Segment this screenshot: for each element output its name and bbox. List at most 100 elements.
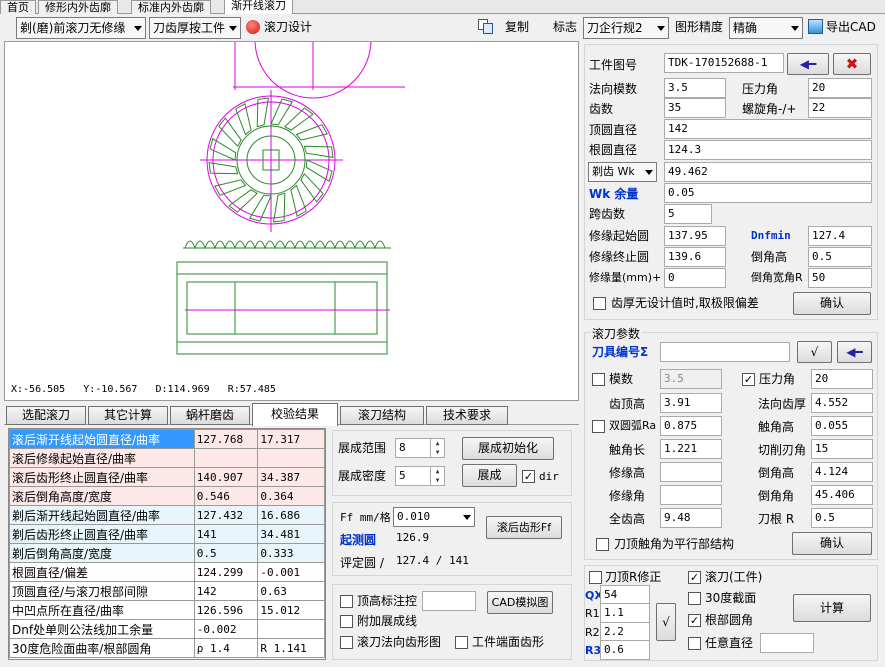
post-hob-profile-button[interactable]: 滚后齿形Ff (486, 516, 562, 539)
tip-height-field[interactable]: 3.91 (660, 393, 722, 413)
tab-other-calc[interactable]: 其它计算 (88, 406, 168, 425)
tab-home[interactable]: 首页 (0, 0, 36, 14)
tip-diameter-field[interactable]: 142 (664, 119, 872, 139)
top-mark-input[interactable] (422, 591, 476, 611)
table-row[interactable]: 30度危险面曲率/根部圆角 ρ 1.4 R 1.141 (9, 638, 325, 658)
pressure-angle-field[interactable]: 20 (808, 78, 872, 98)
touch-length-field[interactable]: 1.221 (660, 439, 722, 459)
drawing-canvas[interactable]: X:-56.505 Y:-10.567 D:114.969 R:57.485 (4, 41, 579, 401)
root-round-checkbox[interactable]: ✓ (688, 614, 701, 627)
calculate-button[interactable]: 计算 (793, 594, 871, 622)
table-row[interactable]: 剃后倒角高度/宽度 0.5 0.333 (9, 543, 325, 563)
start-circle-field[interactable]: 126.9 (393, 529, 475, 549)
init-generation-button[interactable]: 展成初始化 (462, 437, 554, 460)
r3-field[interactable]: 0.6 (600, 640, 650, 660)
tab-worm-grinding[interactable]: 蜗杆磨齿 (170, 406, 250, 425)
mark-select[interactable]: 刀企行规2 (583, 17, 669, 39)
table-row[interactable]: 剃后齿形终止圆直径/曲率 141 34.481 (9, 524, 325, 544)
copy-button[interactable]: 复制 (505, 19, 529, 35)
any-diameter-checkbox[interactable] (688, 637, 701, 650)
generate-button[interactable]: 展成 (462, 464, 517, 487)
table-row[interactable]: 滚后齿形终止圆直径/曲率 140.907 34.387 (9, 467, 325, 487)
tab-standard-profile[interactable]: 标准内外齿廓 (131, 0, 211, 14)
tab-select-hob[interactable]: 选配滚刀 (6, 406, 86, 425)
hob-normal-checkbox[interactable] (340, 636, 353, 649)
edge-angle-field[interactable] (660, 485, 722, 505)
table-row[interactable]: 滚后渐开线起始圆直径/曲率 127.768 17.317 (9, 429, 325, 449)
normal-thickness-field[interactable]: 4.552 (811, 393, 873, 413)
dir-checkbox[interactable]: ✓ (522, 470, 535, 483)
add-line-checkbox[interactable] (340, 615, 353, 628)
r2-field[interactable]: 2.2 (600, 622, 650, 642)
tab-involute-hob[interactable]: 渐开线滚刀 (224, 0, 293, 14)
hob-back-button[interactable]: ◀━ (837, 341, 872, 363)
touch-height-field[interactable]: 0.055 (811, 416, 873, 436)
wk-field[interactable]: 49.462 (664, 162, 872, 182)
double-arc-checkbox[interactable] (592, 420, 605, 433)
hob-pa-checkbox[interactable]: ✓ (742, 373, 755, 386)
hob-chamfer-angle-field[interactable]: 45.406 (811, 485, 873, 505)
edge-height-field[interactable] (660, 462, 722, 482)
hob-confirm-button[interactable]: 确认 (792, 532, 872, 555)
precision-select[interactable]: 精确 (729, 17, 803, 39)
qx-field[interactable]: 54 (600, 585, 650, 605)
thickness-select[interactable]: 刀齿厚按工件 (149, 17, 241, 39)
full-depth-field[interactable]: 9.48 (660, 508, 722, 528)
hob-pa-field[interactable]: 20 (811, 369, 873, 389)
drawing-no-field[interactable]: TDK-170152688-1 (664, 53, 784, 73)
module-field[interactable]: 3.5 (664, 78, 726, 98)
hob-work-checkbox[interactable]: ✓ (688, 571, 701, 584)
mod-start-field[interactable]: 137.95 (664, 226, 726, 246)
chamfer-height-field[interactable]: 0.5 (808, 247, 872, 267)
parallel-structure-checkbox[interactable] (596, 538, 609, 551)
hob-chamfer-height-field[interactable]: 4.124 (811, 462, 873, 482)
table-row[interactable]: 根圆直径/偏差 124.299 -0.001 (9, 562, 325, 582)
tab-modified-profile[interactable]: 修形内外齿廓 (38, 0, 118, 14)
mode-select[interactable]: 剃(磨)前滚刀无修缘 (16, 17, 146, 39)
export-cad-button[interactable]: 导出CAD (826, 19, 876, 35)
cad-simulation-button[interactable]: CAD模拟图 (487, 591, 553, 614)
tip-r-checkbox[interactable] (589, 571, 602, 584)
hob-design-button[interactable]: 滚刀设计 (264, 19, 312, 35)
back-arrow-button[interactable]: ◀━ (787, 53, 829, 75)
tab-tech-requirements[interactable]: 技术要求 (426, 406, 508, 425)
helix-angle-field[interactable]: 22 (808, 98, 872, 118)
top-mark-checkbox[interactable] (340, 595, 353, 608)
teeth-field[interactable]: 35 (664, 98, 726, 118)
eval-circle-field[interactable]: 127.4 / 141 (393, 552, 565, 572)
table-row[interactable]: 顶圆直径/与滚刀根部间隙 142 0.63 (9, 581, 325, 601)
any-diameter-field[interactable] (760, 633, 814, 653)
double-arc-field[interactable]: 0.875 (660, 416, 722, 436)
hob-module-field[interactable]: 3.5 (660, 369, 722, 389)
delete-button[interactable]: ✖ (833, 53, 871, 75)
wk-allowance-field[interactable]: 0.05 (664, 183, 872, 203)
r1-field[interactable]: 1.1 (600, 603, 650, 623)
table-row[interactable]: 中凹点所在直径/曲率 126.596 15.012 (9, 600, 325, 620)
mod-amount-field[interactable]: 0 (664, 268, 726, 288)
hob-module-checkbox[interactable] (592, 373, 605, 386)
check-button[interactable]: √ (797, 341, 832, 363)
table-row[interactable]: 滚后修缘起始直径/曲率 (9, 448, 325, 468)
range-spinner[interactable]: 8 ▲ ▼ (395, 438, 445, 458)
tab-verify-results[interactable]: 校验结果 (252, 403, 338, 426)
dnf-field[interactable]: 127.4 (808, 226, 872, 246)
section30-checkbox[interactable] (688, 592, 701, 605)
workpiece-confirm-button[interactable]: 确认 (793, 292, 871, 315)
root-radius-field[interactable]: 0.5 (811, 508, 873, 528)
density-spinner[interactable]: 5 ▲ ▼ (395, 466, 445, 486)
tool-no-field[interactable] (660, 342, 790, 362)
wk-select[interactable]: 剃齿 Wk (588, 162, 657, 182)
cutting-angle-field[interactable]: 15 (811, 439, 873, 459)
apply-correction-button[interactable]: √ (656, 603, 676, 641)
table-row[interactable]: 剃后渐开线起始圆直径/曲率 127.432 16.686 (9, 505, 325, 525)
table-row[interactable]: 滚后倒角高度/宽度 0.546 0.364 (9, 486, 325, 506)
span-teeth-field[interactable]: 5 (664, 204, 712, 224)
work-end-checkbox[interactable] (455, 636, 468, 649)
limit-deviation-checkbox[interactable] (593, 297, 606, 310)
ff-select[interactable]: 0.010 (393, 507, 475, 527)
chamfer-width-field[interactable]: 50 (808, 268, 872, 288)
root-diameter-field[interactable]: 124.3 (664, 140, 872, 160)
table-row[interactable]: Dnf处单则公法线加工余量 -0.002 (9, 619, 325, 639)
tab-hob-structure[interactable]: 滚刀结构 (340, 406, 424, 425)
mod-end-field[interactable]: 139.6 (664, 247, 726, 267)
